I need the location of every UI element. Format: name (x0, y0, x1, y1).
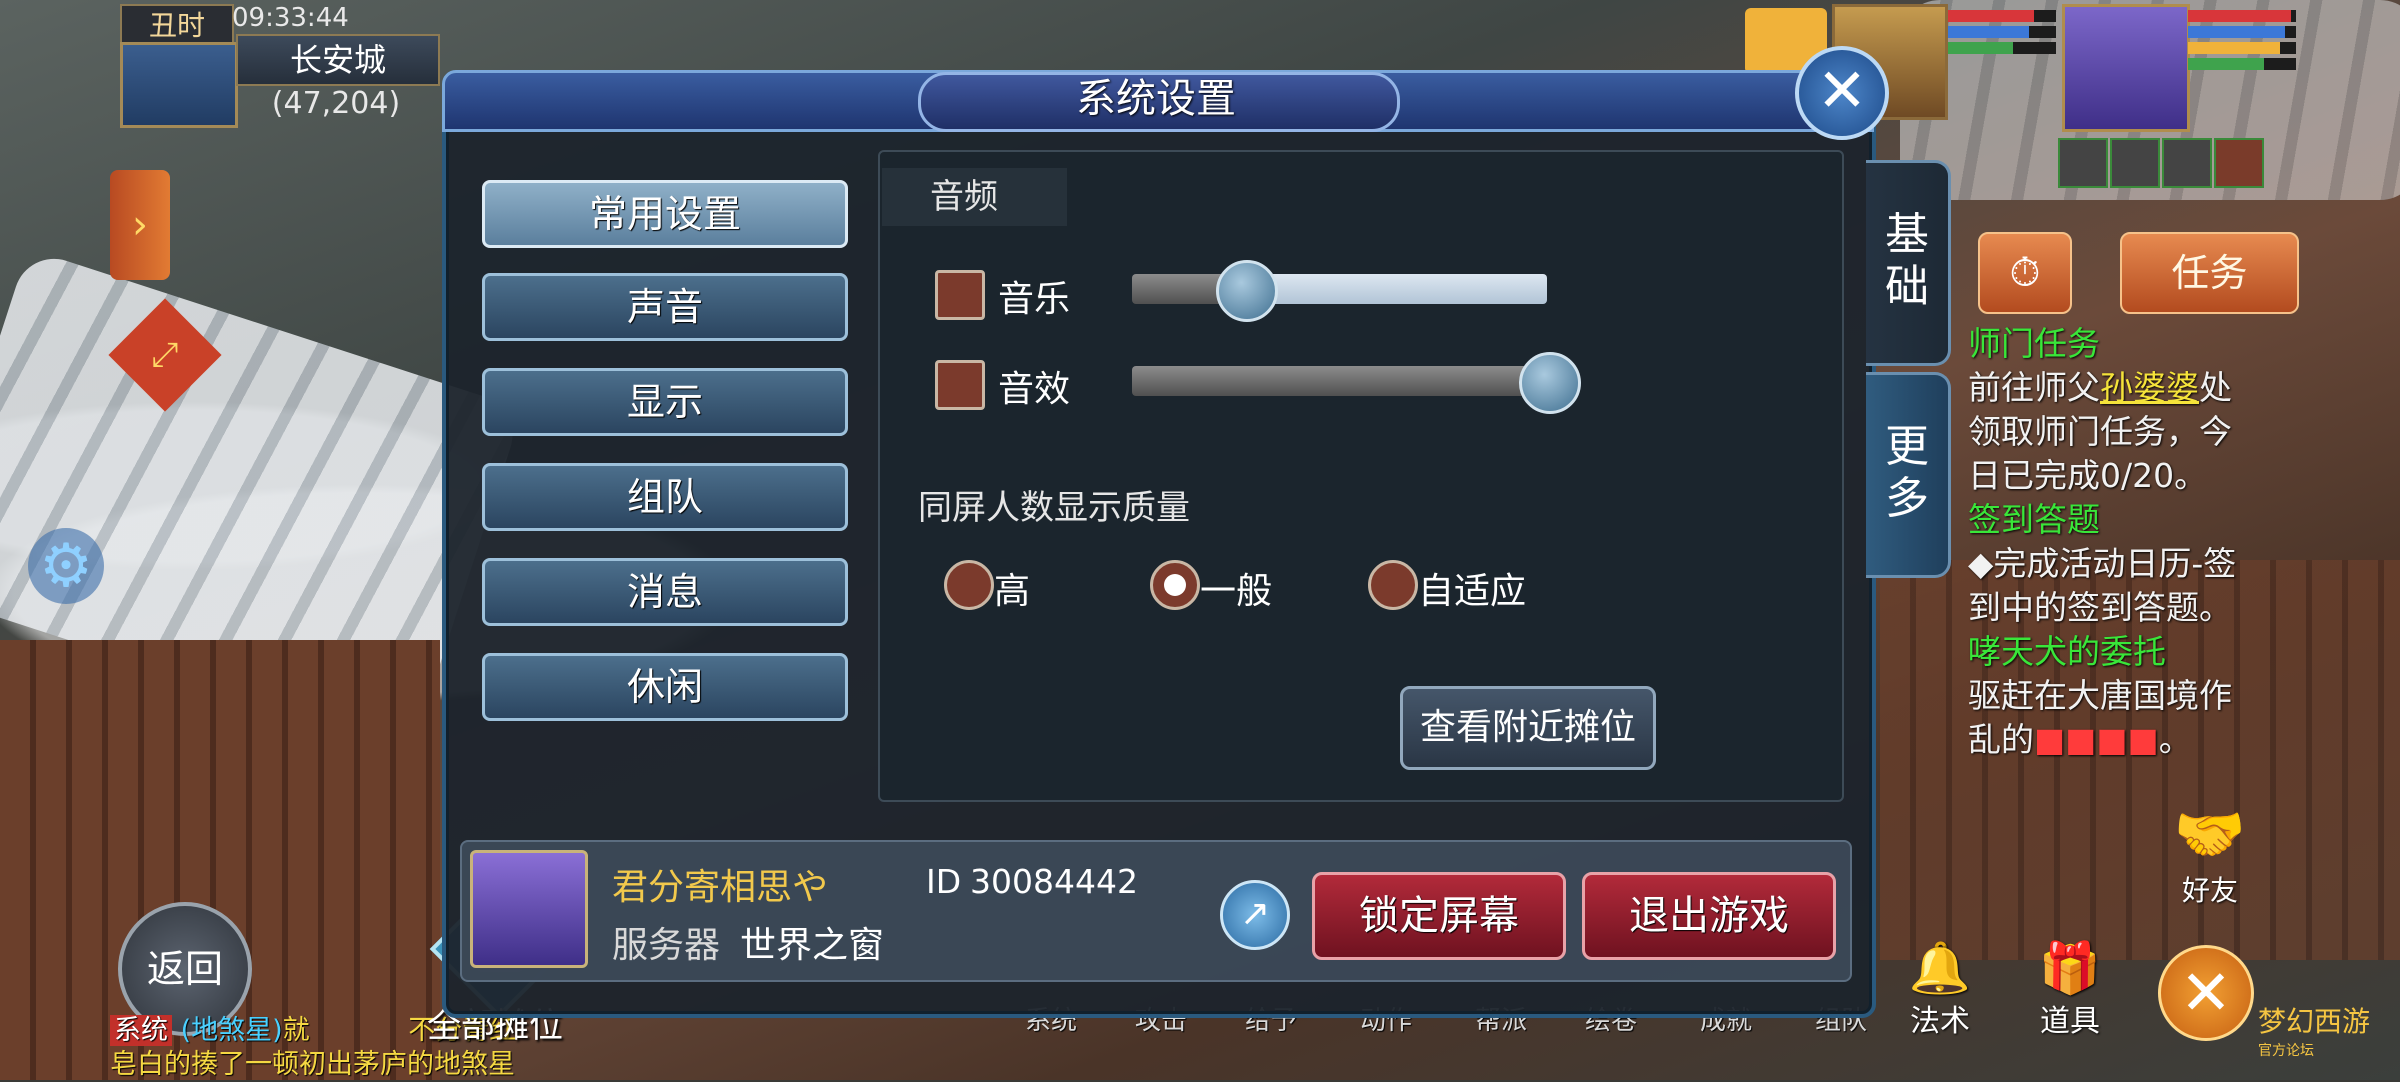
summon-exp-bar (1948, 42, 2056, 54)
share-icon: ↗ (1239, 893, 1271, 934)
category-leisure[interactable]: 休闲 (482, 653, 848, 721)
share-button[interactable]: ↗ (1220, 880, 1290, 950)
music-slider[interactable] (1132, 260, 1547, 322)
spell-label: 法术 (1910, 1004, 1970, 1039)
avatar (470, 850, 588, 968)
player-mp-bar (2188, 26, 2296, 38)
lock-screen-button[interactable]: 锁定屏幕 (1312, 872, 1566, 960)
handshake-icon: 🤝 (2173, 800, 2247, 868)
friend-label: 好友 (2181, 874, 2238, 907)
npc-link[interactable]: 孙婆婆 (2100, 368, 2199, 407)
quest-tracker[interactable]: 师门任务 前往师父孙婆婆处 领取师门任务，今 日已完成0/20。 签到答题 ◆完… (1968, 322, 2268, 762)
server-label: 服务器 (612, 925, 721, 966)
category-sound[interactable]: 声音 (482, 273, 848, 341)
enemy-link[interactable]: ■■■■ (2034, 720, 2159, 759)
expand-arrows-icon: ⤢ (151, 335, 179, 375)
summon-hp-bar (1948, 10, 2056, 22)
category-common[interactable]: 常用设置 (482, 180, 848, 248)
display-quality-title: 同屏人数显示质量 (918, 488, 1190, 528)
timer-button[interactable]: ⏱ (1978, 232, 2072, 314)
map-portrait[interactable] (120, 42, 238, 128)
map-name[interactable]: 长安城 (236, 34, 440, 86)
slider-knob[interactable] (1216, 260, 1278, 322)
player-hp-bar (2188, 10, 2296, 22)
quest-desc: 驱赶在大唐国境作 乱的■■■■。 (1968, 676, 2232, 759)
quest-title[interactable]: 签到答题 (1968, 498, 2268, 542)
audio-section-header: 音频 (882, 168, 1067, 226)
player-exp-bar (2188, 58, 2296, 70)
summon-mp-bar (1948, 26, 2056, 38)
music-checkbox[interactable] (935, 270, 985, 320)
map-coordinates: (47,204) (271, 86, 401, 121)
category-display[interactable]: 显示 (482, 368, 848, 436)
server-name: 世界之窗 (740, 925, 885, 966)
player-id: 30084442 (970, 862, 1138, 901)
close-icon: ✕ (1816, 56, 1868, 126)
exit-game-button[interactable]: 退出游戏 (1582, 872, 1836, 960)
quality-adaptive-label[interactable]: 自适应 (1418, 562, 1526, 614)
quality-high-radio[interactable] (944, 560, 994, 610)
dialog-title: 系统设置 (1076, 76, 1236, 122)
quality-normal-label[interactable]: 一般 (1200, 562, 1272, 614)
tab-more[interactable]: 更多 (1866, 372, 1951, 578)
player-id-label: ID (926, 862, 962, 901)
quality-normal-radio[interactable] (1150, 560, 1200, 610)
clock: 09:33:44 (232, 3, 349, 33)
close-icon: ✕ (2180, 956, 2232, 1029)
quality-adaptive-radio[interactable] (1368, 560, 1418, 610)
dialog-close-button[interactable]: ✕ (1795, 46, 1889, 140)
music-label: 音乐 (998, 279, 1071, 320)
chat-box[interactable]: 系统 (地煞星)就 不分青红 皂白的揍了一顿初出茅庐的地煞星 (110, 1014, 710, 1082)
buff-icon[interactable] (2110, 138, 2160, 188)
chat-channel-tag: 系统 (110, 1015, 172, 1046)
character-portrait[interactable] (2062, 4, 2190, 132)
quest-desc: ◆完成活动日历-签 到中的签到答题。 (1968, 544, 2237, 627)
quality-high-label[interactable]: 高 (994, 562, 1030, 614)
fullscreen-toggle-button[interactable]: ⤢ (108, 298, 222, 412)
tab-basic[interactable]: 基础 (1866, 160, 1951, 366)
settings-content-panel (878, 150, 1844, 802)
view-nearby-stalls-button[interactable]: 查看附近摊位 (1400, 686, 1656, 770)
sfx-checkbox[interactable] (935, 360, 985, 410)
slider-fill (1132, 366, 1547, 396)
sfx-slider[interactable] (1132, 352, 1581, 414)
chat-message: 皂白的揍了一顿初出茅庐的地煞星 (110, 1049, 515, 1080)
chat-name[interactable]: (地煞星) (181, 1015, 283, 1046)
gear-icon: ⚙ (39, 531, 93, 601)
firecracker-icon[interactable] (2214, 138, 2264, 188)
spell-button[interactable]: 🔔 法术 (1885, 940, 1995, 1040)
quest-desc: 前往师父孙婆婆处 领取师门任务，今 日已完成0/20。 (1968, 368, 2232, 495)
settings-button[interactable]: ⚙ (28, 528, 104, 604)
items-button[interactable]: 🎁 道具 (2015, 940, 2125, 1040)
category-team[interactable]: 组队 (482, 463, 848, 531)
player-anger-bar (2188, 42, 2296, 54)
sfx-label: 音效 (998, 369, 1071, 410)
chevron-right-icon: › (132, 202, 148, 248)
items-label: 道具 (2040, 1004, 2100, 1039)
task-button[interactable]: 任务 (2120, 232, 2299, 314)
bell-icon: 🔔 (1908, 939, 1972, 997)
friend-button[interactable]: 🤝 好友 (2155, 800, 2265, 910)
collapse-menu-button[interactable]: ✕ (2158, 945, 2254, 1041)
slider-track-rest (1244, 274, 1547, 304)
buff-icon[interactable] (2162, 138, 2212, 188)
slider-knob[interactable] (1519, 352, 1581, 414)
category-message[interactable]: 消息 (482, 558, 848, 626)
game-logo: 梦幻西游 官方论坛 (2258, 1005, 2371, 1059)
buff-icon[interactable] (2058, 138, 2108, 188)
expand-sidebar-button[interactable]: › (110, 170, 170, 280)
player-name: 君分寄相思や (612, 867, 829, 908)
stopwatch-icon: ⏱ (2009, 250, 2041, 296)
chest-icon: 🎁 (2038, 939, 2102, 997)
quest-title[interactable]: 师门任务 (1968, 322, 2268, 366)
quest-title[interactable]: 哮天犬的委托 (1968, 630, 2268, 674)
